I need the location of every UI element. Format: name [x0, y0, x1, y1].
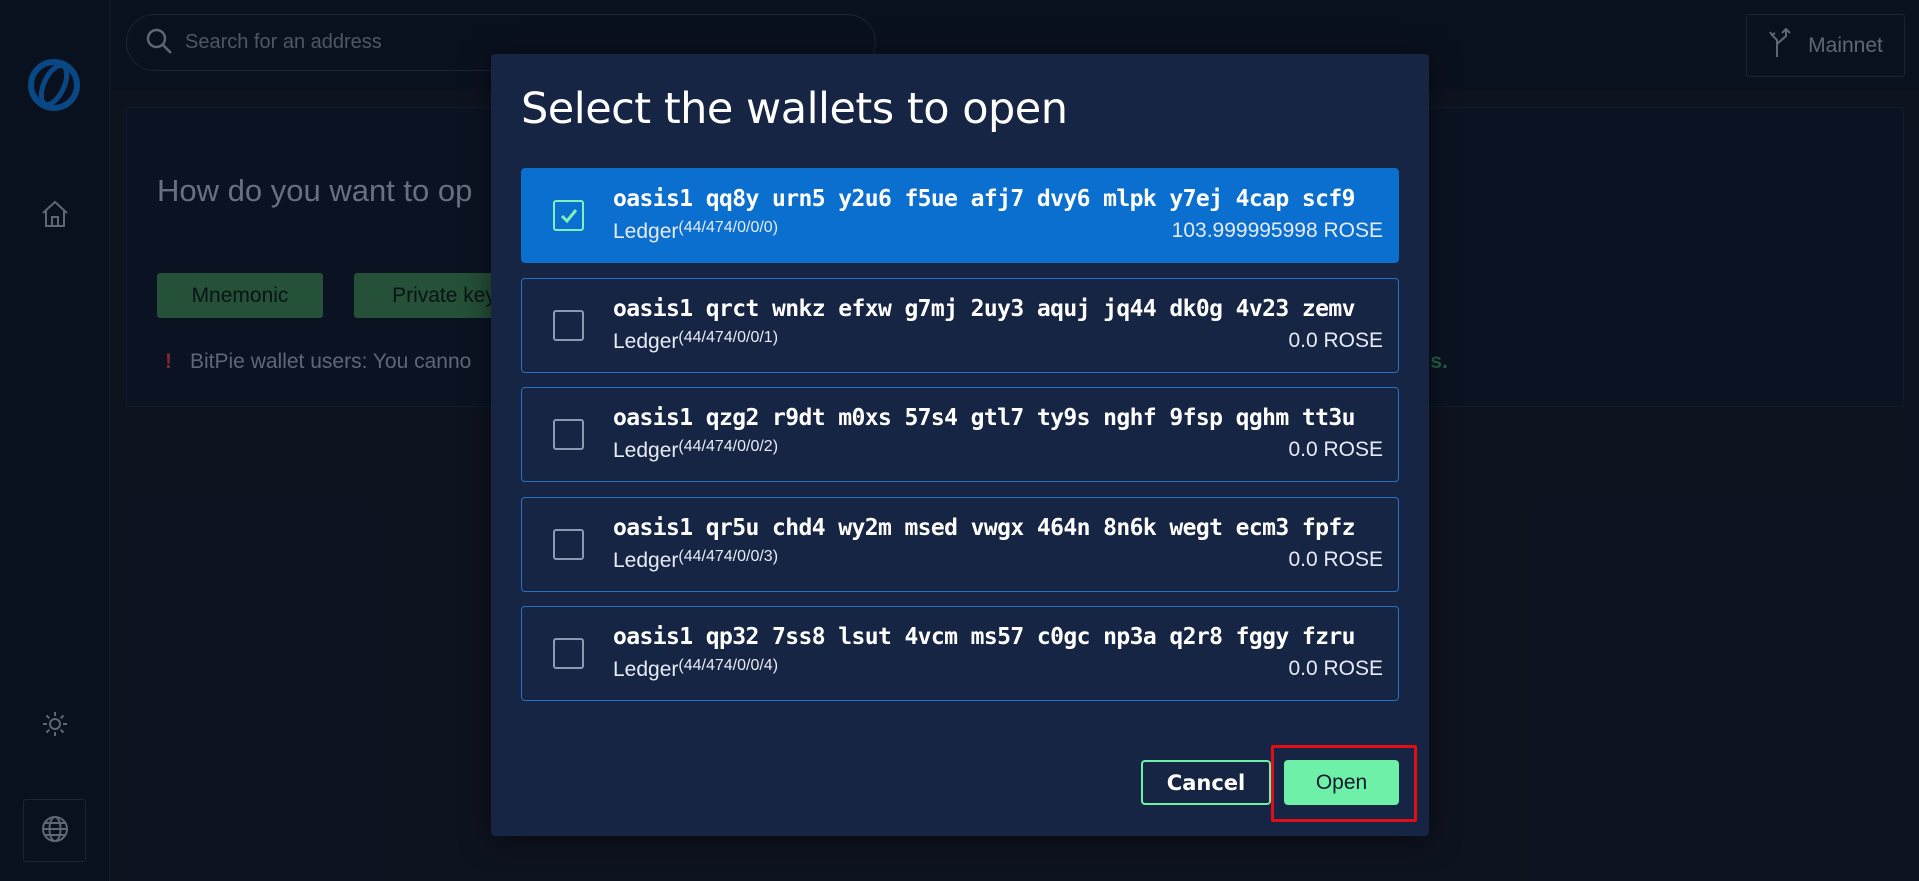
wallet-path: (44/474/0/0/3) [678, 548, 779, 565]
open-button[interactable]: Open [1284, 760, 1399, 805]
wallet-source: Ledger(44/474/0/0/0) [613, 219, 779, 243]
wallet-checkbox[interactable] [553, 200, 584, 231]
select-wallets-dialog: Select the wallets to open oasis1 qq8y u… [491, 54, 1429, 836]
wallet-address: oasis1 qp32 7ss8 lsut 4vcm ms57 c0gc np3… [613, 624, 1355, 650]
wallet-balance: 0.0 ROSE [1288, 438, 1383, 461]
cancel-button[interactable]: Cancel [1141, 760, 1271, 805]
wallet-item-4[interactable]: oasis1 qp32 7ss8 lsut 4vcm ms57 c0gc np3… [521, 606, 1399, 701]
wallet-item-0[interactable]: oasis1 qq8y urn5 y2u6 f5ue afj7 dvy6 mlp… [521, 168, 1399, 263]
wallet-source: Ledger(44/474/0/0/4) [613, 657, 779, 681]
wallet-checkbox[interactable] [553, 529, 584, 560]
wallet-source: Ledger(44/474/0/0/2) [613, 438, 779, 462]
wallet-address: oasis1 qq8y urn5 y2u6 f5ue afj7 dvy6 mlp… [613, 186, 1355, 212]
wallet-balance: 0.0 ROSE [1288, 657, 1383, 680]
wallet-source: Ledger(44/474/0/0/3) [613, 548, 779, 572]
wallet-path: (44/474/0/0/1) [678, 329, 779, 346]
wallet-address: oasis1 qrct wnkz efxw g7mj 2uy3 aquj jq4… [613, 296, 1355, 322]
wallet-item-1[interactable]: oasis1 qrct wnkz efxw g7mj 2uy3 aquj jq4… [521, 278, 1399, 373]
wallet-balance: 0.0 ROSE [1288, 329, 1383, 352]
dialog-title: Select the wallets to open [521, 84, 1068, 134]
wallet-balance: 103.999995998 ROSE [1171, 219, 1383, 242]
wallet-address: oasis1 qr5u chd4 wy2m msed vwgx 464n 8n6… [613, 515, 1355, 541]
wallet-item-2[interactable]: oasis1 qzg2 r9dt m0xs 57s4 gtl7 ty9s ngh… [521, 387, 1399, 482]
wallet-path: (44/474/0/0/0) [678, 219, 779, 236]
wallet-item-3[interactable]: oasis1 qr5u chd4 wy2m msed vwgx 464n 8n6… [521, 497, 1399, 592]
wallet-source: Ledger(44/474/0/0/1) [613, 329, 779, 353]
wallet-checkbox[interactable] [553, 310, 584, 341]
wallet-checkbox[interactable] [553, 638, 584, 669]
wallet-path: (44/474/0/0/4) [678, 657, 779, 674]
checkmark-icon [560, 208, 577, 223]
wallet-balance: 0.0 ROSE [1288, 548, 1383, 571]
wallet-address: oasis1 qzg2 r9dt m0xs 57s4 gtl7 ty9s ngh… [613, 405, 1355, 431]
wallet-checkbox[interactable] [553, 419, 584, 450]
wallet-path: (44/474/0/0/2) [678, 438, 779, 455]
